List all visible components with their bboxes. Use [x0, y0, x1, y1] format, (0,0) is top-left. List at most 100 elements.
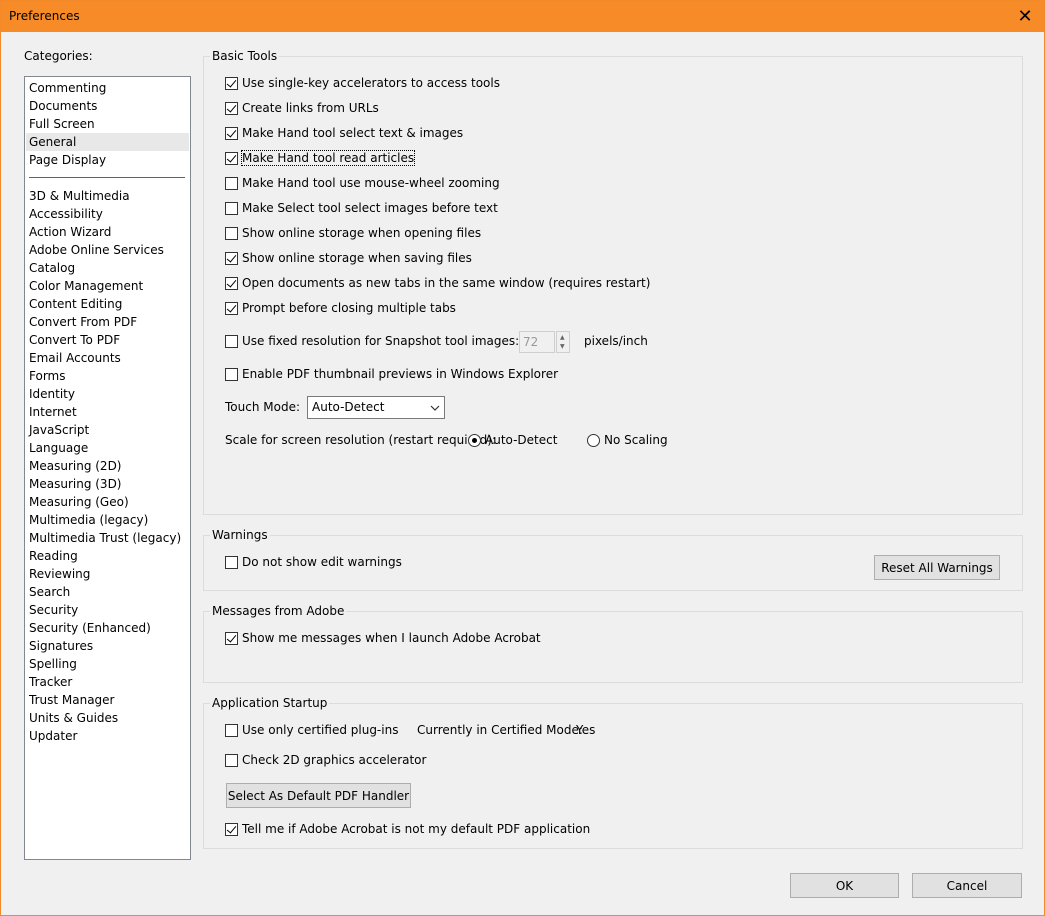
category-item[interactable]: Convert To PDF	[29, 331, 189, 349]
categories-list[interactable]: Commenting Documents Full Screen General Pag…	[24, 76, 191, 860]
startup-title: Application Startup	[210, 696, 330, 710]
checkbox-box[interactable]	[225, 334, 238, 348]
category-item[interactable]: General	[26, 133, 189, 151]
category-item[interactable]: Tracker	[29, 673, 189, 691]
category-item[interactable]: Identity	[29, 385, 189, 403]
show-messages-checkbox[interactable]: Show me messages when I launch Adobe Acr…	[225, 629, 541, 647]
category-item[interactable]: Convert From PDF	[29, 313, 189, 331]
category-item[interactable]: Trust Manager	[29, 691, 189, 709]
checkbox-box[interactable]	[225, 201, 238, 215]
touch-mode-select[interactable]: Auto-Detect	[307, 396, 445, 419]
checkbox-box[interactable]	[225, 276, 238, 290]
checkbox-box[interactable]	[225, 753, 238, 767]
default-app-notify-checkbox[interactable]: Tell me if Adobe Acrobat is not my defau…	[225, 820, 590, 838]
category-item[interactable]: 3D & Multimedia	[29, 187, 189, 205]
category-item[interactable]: Action Wizard	[29, 223, 189, 241]
graphics-accelerator-label: Check 2D graphics accelerator	[242, 753, 427, 767]
basic-tool-option-label: Prompt before closing multiple tabs	[242, 301, 456, 315]
basic-tool-option-checkbox[interactable]: Create links from URLs	[225, 99, 379, 117]
ok-button[interactable]: OK	[790, 873, 899, 898]
basic-tool-option-checkbox[interactable]: Make Select tool select images before te…	[225, 199, 498, 217]
category-item[interactable]: Security (Enhanced)	[29, 619, 189, 637]
scale-auto-detect-radio[interactable]: Auto-Detect	[468, 431, 557, 449]
cancel-button[interactable]: Cancel	[912, 873, 1022, 898]
category-item[interactable]: Accessibility	[29, 205, 189, 223]
basic-tool-option-label: Make Select tool select images before te…	[242, 201, 498, 215]
reset-warnings-button[interactable]: Reset All Warnings	[874, 555, 1000, 580]
graphics-accelerator-checkbox[interactable]: Check 2D graphics accelerator	[225, 751, 426, 769]
messages-title: Messages from Adobe	[210, 604, 347, 618]
checkbox-box[interactable]	[225, 631, 238, 645]
thumbnail-previews-checkbox[interactable]: Enable PDF thumbnail previews in Windows…	[225, 365, 558, 383]
certified-mode-label: Currently in Certified Mode:	[417, 723, 583, 737]
category-item[interactable]: Multimedia Trust (legacy)	[29, 529, 189, 547]
basic-tool-option-checkbox[interactable]: Prompt before closing multiple tabs	[225, 299, 456, 317]
checkbox-box[interactable]	[225, 151, 238, 165]
chevron-down-icon[interactable]	[426, 397, 444, 418]
category-item[interactable]: Documents	[29, 97, 189, 115]
category-item[interactable]: Language	[29, 439, 189, 457]
checkbox-box[interactable]	[225, 176, 238, 190]
category-item[interactable]: Updater	[29, 727, 189, 745]
checkbox-box[interactable]	[225, 126, 238, 140]
category-item[interactable]: Internet	[29, 403, 189, 421]
edit-warnings-label: Do not show edit warnings	[242, 555, 402, 569]
checkbox-box[interactable]	[225, 251, 238, 265]
category-item[interactable]: Measuring (Geo)	[29, 493, 189, 511]
snapshot-resolution-spinner[interactable]: ▲ ▼	[556, 331, 570, 353]
category-item[interactable]: Adobe Online Services	[29, 241, 189, 259]
scale-no-scaling-label: No Scaling	[604, 433, 668, 447]
category-item[interactable]: Measuring (2D)	[29, 457, 189, 475]
category-item[interactable]: Search	[29, 583, 189, 601]
certified-plugins-label: Use only certified plug-ins	[242, 723, 399, 737]
category-item[interactable]: Security	[29, 601, 189, 619]
spin-down-icon[interactable]: ▼	[560, 344, 565, 350]
basic-tool-option-checkbox[interactable]: Show online storage when opening files	[225, 224, 481, 242]
category-item[interactable]: Catalog	[29, 259, 189, 277]
checkbox-box[interactable]	[225, 555, 238, 569]
category-item[interactable]: JavaScript	[29, 421, 189, 439]
basic-tools-title: Basic Tools	[210, 49, 280, 63]
default-pdf-handler-button[interactable]: Select As Default PDF Handler	[226, 783, 411, 808]
radio-button[interactable]	[587, 433, 600, 447]
category-item[interactable]: Measuring (3D)	[29, 475, 189, 493]
checkbox-box[interactable]	[225, 822, 238, 836]
checkbox-box[interactable]	[225, 301, 238, 315]
snapshot-resolution-input[interactable]: 72	[519, 331, 555, 353]
checkbox-box[interactable]	[225, 101, 238, 115]
checkbox-box[interactable]	[225, 76, 238, 90]
category-item[interactable]: Page Display	[29, 151, 189, 169]
messages-group	[203, 611, 1023, 683]
basic-tool-option-checkbox[interactable]: Make Hand tool use mouse-wheel zooming	[225, 174, 500, 192]
basic-tool-option-checkbox[interactable]: Show online storage when saving files	[225, 249, 472, 267]
checkbox-box[interactable]	[225, 723, 238, 737]
category-item[interactable]: Multimedia (legacy)	[29, 511, 189, 529]
snapshot-fixed-resolution-checkbox[interactable]: Use fixed resolution for Snapshot tool i…	[225, 332, 519, 350]
category-item[interactable]: Spelling	[29, 655, 189, 673]
edit-warnings-checkbox[interactable]: Do not show edit warnings	[225, 553, 402, 571]
category-item[interactable]: Forms	[29, 367, 189, 385]
category-item[interactable]: Color Management	[29, 277, 189, 295]
close-icon[interactable]: ✕	[1014, 5, 1036, 27]
category-item[interactable]: Reviewing	[29, 565, 189, 583]
category-item[interactable]: Units & Guides	[29, 709, 189, 727]
checkbox-box[interactable]	[225, 226, 238, 240]
radio-button[interactable]	[468, 433, 481, 447]
basic-tool-option-checkbox[interactable]: Make Hand tool select text & images	[225, 124, 463, 142]
basic-tool-option-checkbox[interactable]: Make Hand tool read articles	[225, 149, 416, 167]
category-item[interactable]: Email Accounts	[29, 349, 189, 367]
category-item[interactable]: Reading	[29, 547, 189, 565]
category-item[interactable]: Signatures	[29, 637, 189, 655]
spin-up-icon[interactable]: ▲	[560, 335, 565, 341]
category-item[interactable]: Content Editing	[29, 295, 189, 313]
basic-tool-option-checkbox[interactable]: Use single-key accelerators to access to…	[225, 74, 500, 92]
certified-mode-value: Yes	[576, 723, 596, 737]
thumbnail-label: Enable PDF thumbnail previews in Windows…	[242, 367, 559, 381]
category-item[interactable]: Full Screen	[29, 115, 189, 133]
categories-label: Categories:	[24, 49, 93, 63]
basic-tool-option-checkbox[interactable]: Open documents as new tabs in the same w…	[225, 274, 650, 292]
checkbox-box[interactable]	[225, 367, 238, 381]
scale-no-scaling-radio[interactable]: No Scaling	[587, 431, 668, 449]
certified-plugins-checkbox[interactable]: Use only certified plug-ins	[225, 721, 398, 739]
category-item[interactable]: Commenting	[29, 79, 189, 97]
